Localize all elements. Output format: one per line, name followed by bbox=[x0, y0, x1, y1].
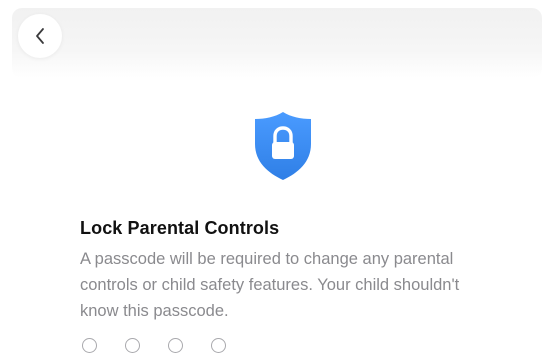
shield-lock-icon bbox=[251, 110, 315, 182]
passcode-dot bbox=[211, 338, 226, 353]
passcode-entry[interactable] bbox=[82, 338, 226, 353]
passcode-dot bbox=[125, 338, 140, 353]
page-description: A passcode will be required to change an… bbox=[80, 250, 460, 320]
lock-parental-controls-screen: Lock Parental Controls A passcode will b… bbox=[0, 0, 554, 354]
navigation-bar bbox=[12, 8, 542, 78]
passcode-dot bbox=[82, 338, 97, 353]
chevron-left-icon bbox=[34, 27, 46, 45]
page-title: Lock Parental Controls bbox=[80, 218, 280, 238]
passcode-dot bbox=[168, 338, 183, 353]
back-button[interactable] bbox=[18, 14, 62, 58]
